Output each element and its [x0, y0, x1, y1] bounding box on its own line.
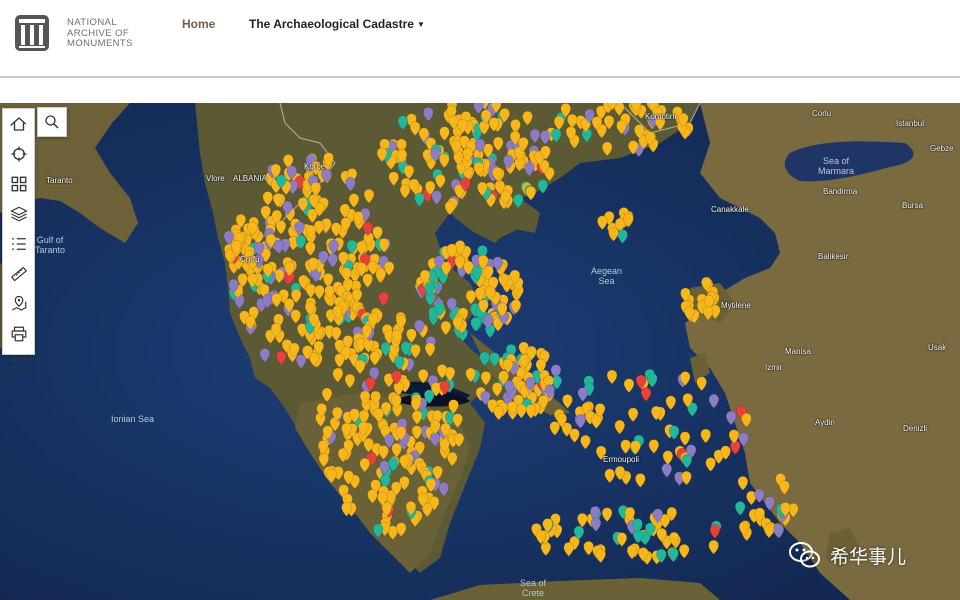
legend-tool-button[interactable]	[3, 229, 34, 259]
search-icon	[45, 115, 59, 129]
watermark: 希华事儿	[788, 540, 906, 570]
caret-down-icon: ▼	[416, 20, 425, 29]
label-bandirma: Bandirma	[823, 187, 858, 196]
label-canakkale: Canakkale	[711, 205, 749, 214]
grid-tool-button[interactable]	[3, 169, 34, 199]
map-marker-icon	[11, 295, 26, 311]
label-istanbul: Istanbul	[896, 119, 925, 128]
label-balikesir: Balikesir	[818, 252, 849, 261]
label-usak: Usak	[928, 343, 947, 352]
site-header: NATIONAL ARCHIVE OF MONUMENTS Home The A…	[0, 0, 960, 76]
label-ermoupoli: Ermoupoli	[603, 455, 640, 464]
refresh-tool-button[interactable]	[3, 349, 34, 379]
map-search-button[interactable]	[37, 107, 67, 137]
watermark-text: 希华事儿	[830, 545, 907, 568]
label-gebze: Gebze	[930, 144, 954, 153]
label-denizli: Denizli	[903, 424, 928, 433]
print-icon	[11, 326, 26, 342]
logo-line-1: NATIONAL	[67, 17, 118, 28]
locate-tool-button[interactable]	[3, 139, 34, 169]
home-icon	[9, 117, 26, 131]
layers-tool-button[interactable]	[3, 199, 34, 229]
nav-home-link[interactable]: Home	[182, 17, 215, 31]
legend-icon	[11, 238, 26, 250]
layers-icon	[9, 206, 28, 222]
label-sea-of-marmara: Sea of Marmara	[818, 156, 855, 176]
label-corlu: Corlu	[812, 109, 832, 118]
label-komotini: Komotini	[645, 112, 677, 121]
label-gulf-of-taranto: Gulf of Taranto	[35, 235, 66, 255]
label-ionian-sea: Ionian Sea	[111, 414, 155, 424]
label-izmir: Izmir	[765, 363, 783, 372]
logo-line-3: MONUMENTS	[67, 38, 133, 49]
label-mytilene: Mytilene	[721, 301, 751, 310]
map-toolbar	[2, 108, 35, 371]
satellite-basemap	[0, 103, 960, 600]
label-taranto: Taranto	[46, 176, 73, 185]
home-tool-button[interactable]	[3, 109, 34, 139]
label-korce: Korce	[304, 162, 325, 171]
nav-cadastre-dropdown[interactable]: The Archaeological Cadastre ▼	[249, 17, 425, 31]
label-corfu: Corfu	[240, 255, 260, 264]
label-vlore: Vlore	[206, 174, 225, 183]
refresh-icon	[12, 357, 25, 371]
logo-wordmark[interactable]: NATIONAL ARCHIVE OF MONUMENTS	[67, 17, 133, 50]
grid-icon	[11, 176, 26, 192]
label-aegean-sea: Aegean Sea	[591, 266, 623, 286]
label-bursa: Bursa	[902, 201, 923, 210]
wechat-logo-icon	[789, 542, 820, 568]
map-canvas[interactable]: Istanbul Gebze Corlu Bandirma Bursa Cana…	[0, 103, 960, 600]
label-aydin: Aydin	[815, 418, 835, 427]
temple-logo-icon[interactable]	[13, 11, 51, 53]
label-manisa: Manisa	[785, 347, 811, 356]
measure-icon	[10, 266, 27, 282]
measure-tool-button[interactable]	[3, 259, 34, 289]
label-sea-of-crete: Sea of Crete	[520, 578, 547, 598]
locate-icon	[11, 146, 26, 162]
label-albania: ALBANIA	[233, 174, 267, 183]
print-tool-button[interactable]	[3, 319, 34, 349]
nav-cadastre-label: The Archaeological Cadastre	[249, 17, 414, 31]
header-divider	[0, 76, 960, 78]
map-marker-tool-button[interactable]	[3, 289, 34, 319]
